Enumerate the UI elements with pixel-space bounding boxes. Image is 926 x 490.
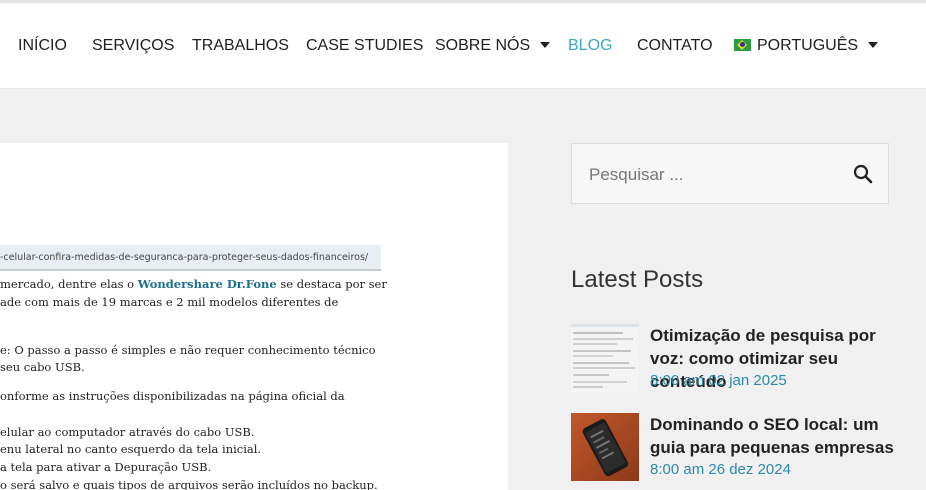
smartphone-photo-thumbnail[interactable] <box>571 413 639 481</box>
article-line: mercado, dentre elas o Wondershare Dr.Fo… <box>0 276 387 293</box>
article-line: elular ao computador através do cabo USB… <box>0 425 255 439</box>
article-line: enu lateral no canto esquerdo da tela in… <box>0 442 262 456</box>
document-screenshot-thumbnail[interactable] <box>571 324 639 392</box>
search-widget[interactable]: Pesquisar ... <box>571 143 889 204</box>
nav-item-contato[interactable]: CONTATO <box>637 37 713 55</box>
url-bar-image: -celular-confira-medidas-de-seguranca-pa… <box>0 245 381 271</box>
nav-item-blog[interactable]: BLOG <box>568 37 612 55</box>
main-navigation: INÍCIO SERVIÇOS TRABALHOS CASE STUDIES S… <box>0 3 926 89</box>
article-line: a tela para ativar a Depuração USB. <box>0 460 212 474</box>
brazil-flag-icon <box>734 38 751 51</box>
language-selector[interactable]: PORTUGUÊS <box>734 37 879 55</box>
article-line: onforme as instruções disponibilizadas n… <box>0 389 345 403</box>
search-input[interactable]: Pesquisar ... <box>589 165 684 185</box>
nav-item-trabalhos[interactable]: TRABALHOS <box>192 37 289 55</box>
search-icon[interactable] <box>852 163 874 185</box>
article-line: ade com mais de 19 marcas e 2 mil modelo… <box>0 295 339 309</box>
chevron-down-icon <box>868 41 879 48</box>
post-date: 8:00 am 26 dez 2024 <box>650 461 791 478</box>
article-text: mercado, dentre elas o <box>0 277 138 291</box>
nav-item-sobre-nos[interactable]: SOBRE NÓS <box>435 37 551 55</box>
nav-item-sobre-nos-label: SOBRE NÓS <box>435 37 531 54</box>
nav-item-servicos[interactable]: SERVIÇOS <box>92 37 174 55</box>
nav-item-inicio[interactable]: INÍCIO <box>18 37 67 55</box>
url-text: -celular-confira-medidas-de-seguranca-pa… <box>0 252 369 263</box>
post-date: 8:00 am 02 jan 2025 <box>650 372 787 389</box>
article-line: o será salvo e quais tipos de arquivos s… <box>0 478 378 490</box>
article-line: e: O passo a passo é simples e não reque… <box>0 343 376 357</box>
language-label: PORTUGUÊS <box>757 37 859 54</box>
wondershare-link[interactable]: Wondershare Dr.Fone <box>138 277 277 291</box>
nav-item-case-studies[interactable]: CASE STUDIES <box>306 37 423 55</box>
site-header: INÍCIO SERVIÇOS TRABALHOS CASE STUDIES S… <box>0 3 926 89</box>
article-line: seu cabo USB. <box>0 360 85 374</box>
article-text: se destaca por ser <box>276 277 387 291</box>
article-content: -celular-confira-medidas-de-seguranca-pa… <box>0 143 508 490</box>
latest-posts-heading: Latest Posts <box>571 266 704 293</box>
chevron-down-icon <box>540 41 551 48</box>
post-title[interactable]: Dominando o SEO local: um guia para pequ… <box>650 413 900 459</box>
